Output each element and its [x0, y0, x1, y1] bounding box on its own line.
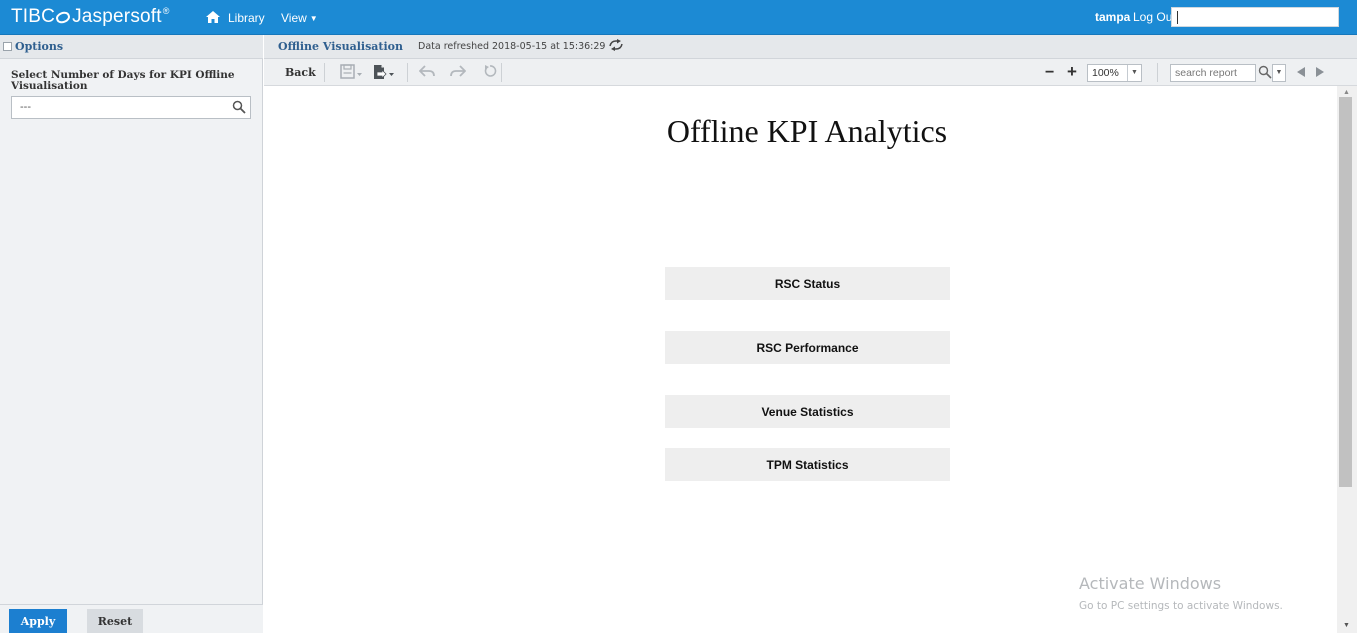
search-icon[interactable] — [232, 100, 246, 114]
days-parameter-select[interactable]: --- — [11, 96, 251, 119]
logo-jaspersoft-text: Jaspersoft — [72, 6, 162, 27]
options-panel: Select Number of Days for KPI Offline Vi… — [0, 59, 263, 633]
report-scrollbar[interactable]: ▲ ▼ — [1337, 86, 1357, 633]
apply-button[interactable]: Apply — [9, 609, 67, 633]
search-icon — [1322, 10, 1336, 24]
redo-icon[interactable] — [450, 64, 466, 78]
tpm-statistics-link[interactable]: TPM Statistics — [665, 448, 950, 481]
home-icon[interactable] — [206, 11, 220, 23]
chevron-down-icon: ▼ — [309, 14, 318, 23]
global-search-input[interactable] — [1171, 7, 1339, 27]
activate-windows-watermark-subtitle: Go to PC settings to activate Windows. — [1079, 600, 1283, 612]
save-icon[interactable] — [340, 64, 364, 80]
options-panel-footer: Apply Reset — [0, 604, 263, 633]
toolbar-divider — [501, 63, 502, 82]
rsc-performance-link[interactable]: RSC Performance — [665, 331, 950, 364]
export-icon[interactable] — [372, 64, 396, 80]
chevron-down-icon: ▼ — [1127, 65, 1141, 81]
report-tab-title: Offline Visualisation — [278, 40, 403, 53]
undo-icon[interactable] — [419, 64, 435, 78]
top-navigation-bar: TIBC Jaspersoft® Library View ▼ tampa Log … — [0, 0, 1357, 35]
report-search-placeholder: search report — [1175, 67, 1237, 79]
activate-windows-watermark-title: Activate Windows — [1079, 574, 1222, 593]
next-result-icon[interactable] — [1314, 65, 1326, 79]
scrollbar-thumb[interactable] — [1339, 97, 1352, 487]
search-icon[interactable] — [1258, 65, 1272, 79]
zoom-in-button[interactable]: + — [1067, 62, 1077, 82]
scroll-up-icon[interactable]: ▲ — [1343, 89, 1350, 96]
rsc-status-link[interactable]: RSC Status — [665, 267, 950, 300]
zoom-level-value: 100% — [1092, 67, 1119, 79]
undo-all-icon[interactable] — [483, 64, 497, 78]
report-canvas: Offline KPI Analytics RSC Status RSC Per… — [264, 86, 1337, 633]
previous-result-icon[interactable] — [1295, 65, 1307, 79]
logo-trademark: ® — [162, 6, 170, 16]
text-cursor — [1177, 11, 1178, 24]
current-user-name[interactable]: tampa — [1095, 10, 1130, 24]
options-panel-header: Options — [0, 35, 263, 59]
toolbar-divider — [1157, 63, 1158, 82]
back-button[interactable]: Back — [285, 66, 316, 79]
report-heading: Offline KPI Analytics — [666, 113, 948, 149]
report-search-input[interactable]: search report — [1170, 64, 1256, 82]
rsc-performance-label: RSC Performance — [756, 340, 859, 355]
reset-button[interactable]: Reset — [87, 609, 143, 633]
refresh-icon[interactable] — [608, 39, 624, 51]
jaspersoft-logo[interactable]: TIBC Jaspersoft® — [11, 6, 170, 28]
tpm-statistics-label: TPM Statistics — [766, 457, 849, 472]
tibco-logo-mark-icon — [54, 9, 72, 26]
global-search-button[interactable] — [1319, 7, 1339, 27]
days-parameter-value: --- — [20, 101, 31, 113]
rsc-status-label: RSC Status — [774, 276, 841, 291]
report-toolbar: Back − + 100% ▼ search report ▼ — [264, 59, 1357, 86]
report-header: Offline Visualisation Data refreshed 201… — [264, 35, 1357, 59]
venue-statistics-link[interactable]: Venue Statistics — [665, 395, 950, 428]
zoom-out-button[interactable]: − — [1045, 64, 1054, 82]
nav-view-label: View — [281, 11, 307, 25]
logo-tibco-text: TIBC — [11, 6, 56, 27]
zoom-level-select[interactable]: 100% ▼ — [1087, 64, 1142, 82]
days-parameter-label: Select Number of Days for KPI Offline Vi… — [11, 69, 235, 92]
nav-library-link[interactable]: Library — [228, 11, 265, 25]
data-refreshed-status: Data refreshed 2018-05-15 at 15:36:29 — [418, 41, 606, 52]
logout-link[interactable]: Log Out — [1133, 10, 1176, 24]
options-panel-title: Options — [15, 40, 64, 53]
toolbar-divider — [324, 63, 325, 82]
chevron-down-icon: ▼ — [1275, 69, 1283, 76]
search-options-dropdown[interactable]: ▼ — [1272, 64, 1286, 82]
nav-view-menu[interactable]: View ▼ — [281, 11, 318, 25]
toolbar-divider — [407, 63, 408, 82]
venue-statistics-label: Venue Statistics — [761, 404, 854, 419]
collapse-panel-icon[interactable] — [3, 42, 12, 51]
scroll-down-icon[interactable]: ▼ — [1343, 622, 1350, 629]
